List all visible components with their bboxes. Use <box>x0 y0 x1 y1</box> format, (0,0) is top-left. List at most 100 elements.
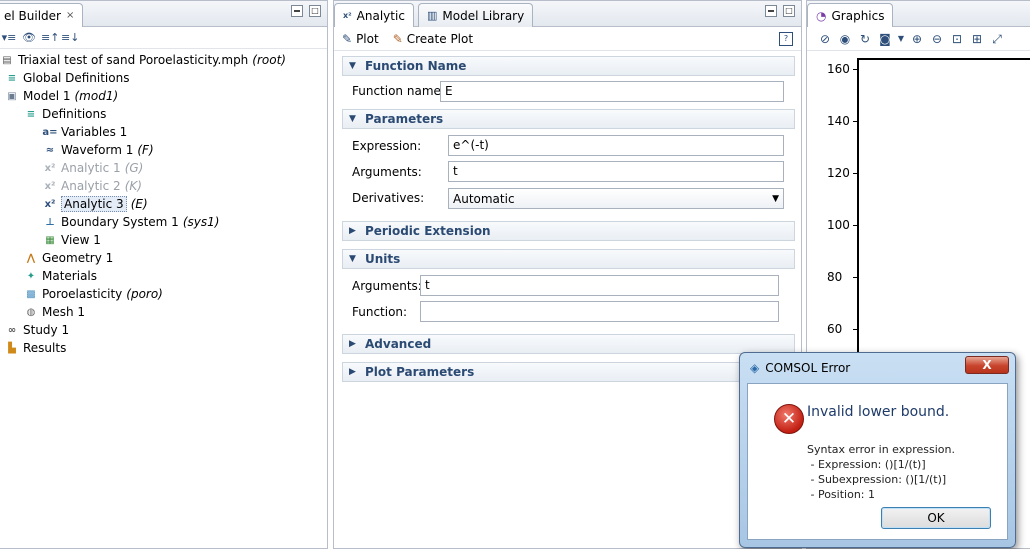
arguments-input[interactable]: t <box>448 161 784 182</box>
model-builder-toolbar: ▾≡ 👁 ≡↑ ≡↓ <box>0 27 327 49</box>
tree-node[interactable]: x² Analytic 2 (K) <box>0 177 327 195</box>
derivatives-select[interactable]: Automatic ▼ <box>448 188 784 209</box>
help-icon[interactable]: ? <box>779 32 793 46</box>
y-tick-label: 120 <box>827 166 850 180</box>
comsol-logo-icon: ◈ <box>750 361 760 375</box>
y-tick-label: 100 <box>827 218 850 232</box>
expression-input[interactable]: e^(-t) <box>448 135 784 156</box>
tree-node[interactable]: ▤ Triaxial test of sand Poroelasticity.mp… <box>0 51 327 69</box>
show-icon[interactable]: 👁 <box>21 31 37 45</box>
geometry-icon: ⋀ <box>26 252 36 264</box>
zoom-in-icon[interactable]: ⊕ <box>909 32 925 46</box>
boundary-system-icon: ⊥ <box>45 216 55 228</box>
units-arguments-input[interactable]: t <box>420 275 779 296</box>
chevron-down-icon: ▼ <box>349 254 356 264</box>
create-plot-button-label: Create Plot <box>406 31 474 46</box>
tree-node[interactable]: ✦ Materials <box>0 267 327 285</box>
list-icon: ≡ <box>7 72 17 84</box>
dropdown-arrow-icon: ▼ <box>772 193 779 204</box>
tree-node[interactable]: ≡ Definitions <box>0 105 327 123</box>
tree-node-label: Results <box>23 341 67 355</box>
plot-icon: ✎ <box>342 31 353 46</box>
function-name-input[interactable]: E <box>440 81 784 102</box>
zoom-out-icon[interactable]: ⊖ <box>929 32 945 46</box>
tree-node[interactable]: ▩ Poroelasticity (poro) <box>0 285 327 303</box>
tab-model-builder[interactable]: el Builder × <box>0 3 84 27</box>
tree-node-tag: (K) <box>124 179 142 193</box>
camera-icon[interactable]: ◙ <box>877 32 893 46</box>
tree-node-label: Poroelasticity <box>42 287 123 301</box>
tree-node[interactable]: ≡ Global Definitions <box>0 69 327 87</box>
close-button[interactable]: X <box>965 356 1009 374</box>
tree-node[interactable]: a= Variables 1 <box>0 123 327 141</box>
y-tick-mark <box>853 225 858 226</box>
tab-analytic[interactable]: x² Analytic <box>334 3 414 27</box>
minimize-button[interactable] <box>765 5 777 17</box>
tree-node[interactable]: ▙ Results <box>0 339 327 357</box>
error-dialog-title: COMSOL Error <box>765 361 851 375</box>
model-builder-panel: el Builder × □ ▾≡ 👁 ≡↑ ≡↓ ▤ Triaxial test… <box>0 0 328 549</box>
show-icon[interactable]: ◉ <box>837 32 853 46</box>
section-plot-parameters[interactable]: ▶ Plot Parameters <box>342 362 795 382</box>
y-tick-mark <box>853 121 858 122</box>
section-function-name[interactable]: ▼ Function Name <box>342 56 795 76</box>
close-icon[interactable]: × <box>66 10 74 21</box>
expression-label: Expression: <box>352 139 422 153</box>
derivatives-value: Automatic <box>453 191 515 206</box>
tree-node-tag: (F) <box>137 143 154 157</box>
section-plot-parameters-label: Plot Parameters <box>365 365 475 379</box>
tree-node[interactable]: ▣ Model 1 (mod1) <box>0 87 327 105</box>
tree-node[interactable]: ≈ Waveform 1 (F) <box>0 141 327 159</box>
section-parameters[interactable]: ▼ Parameters <box>342 109 795 129</box>
y-tick-label: 160 <box>827 62 850 76</box>
section-advanced[interactable]: ▶ Advanced <box>342 334 795 354</box>
tree-node-label: Variables 1 <box>61 125 128 139</box>
analytic-icon: x² <box>343 11 352 20</box>
create-plot-button[interactable]: ✎ Create Plot <box>393 32 473 46</box>
tab-analytic-label: Analytic <box>356 8 405 23</box>
mesh-icon: ◍ <box>26 306 36 318</box>
section-units-label: Units <box>365 252 401 266</box>
tree-node[interactable]: ⋀ Geometry 1 <box>0 249 327 267</box>
tree-node[interactable]: ⊥ Boundary System 1 (sys1) <box>0 213 327 231</box>
graphics-tabbar: ◔ Graphics <box>807 1 1030 27</box>
tree-node-label: Definitions <box>42 107 107 121</box>
zoom-extents-icon[interactable]: ⤢ <box>989 32 1005 46</box>
units-arguments-row: Arguments: t <box>334 273 801 299</box>
tree-node[interactable]: x² Analytic 3 (E) <box>0 195 327 213</box>
maximize-button[interactable]: □ <box>309 5 321 17</box>
zoom-selected-icon[interactable]: ⊞ <box>969 32 985 46</box>
y-tick-mark <box>853 277 858 278</box>
ok-button[interactable]: OK <box>881 507 991 529</box>
zoom-box-icon[interactable]: ⊡ <box>949 32 965 46</box>
chevron-down-icon[interactable]: ▼ <box>897 32 905 46</box>
sort-down-icon[interactable]: ≡↓ <box>61 31 79 45</box>
hide-icon[interactable]: ⊘ <box>817 32 833 46</box>
tab-model-library[interactable]: ▥ Model Library <box>418 3 534 27</box>
chevron-right-icon: ▶ <box>349 226 356 236</box>
tree-node[interactable]: ▦ View 1 <box>0 231 327 249</box>
plot-button[interactable]: ✎ Plot <box>342 32 379 46</box>
tree-node[interactable]: ◍ Mesh 1 <box>0 303 327 321</box>
section-periodic-extension[interactable]: ▶ Periodic Extension <box>342 221 795 241</box>
refresh-icon[interactable]: ↻ <box>857 32 873 46</box>
arguments-row: Arguments: t <box>334 159 801 185</box>
collapse-all-icon[interactable]: ▾≡ <box>1 31 17 45</box>
units-function-input[interactable] <box>420 301 779 322</box>
tree-node-label: Materials <box>42 269 98 283</box>
study-icon: ∞ <box>7 324 17 336</box>
model-icon: ▣ <box>7 90 17 102</box>
tree-node-label: Analytic 2 <box>61 179 121 193</box>
tree-node[interactable]: x² Analytic 1 (G) <box>0 159 327 177</box>
tree-node[interactable]: ∞ Study 1 <box>0 321 327 339</box>
section-units[interactable]: ▼ Units <box>342 249 795 269</box>
section-parameters-label: Parameters <box>365 112 444 126</box>
tree-node-label: Boundary System 1 <box>61 215 179 229</box>
materials-icon: ✦ <box>26 270 36 282</box>
y-tick-mark <box>853 173 858 174</box>
maximize-button[interactable]: □ <box>783 5 795 17</box>
sort-up-icon[interactable]: ≡↑ <box>41 31 59 45</box>
minimize-button[interactable] <box>291 5 303 17</box>
tab-graphics[interactable]: ◔ Graphics <box>807 3 894 27</box>
tree-node-label: Mesh 1 <box>42 305 86 319</box>
